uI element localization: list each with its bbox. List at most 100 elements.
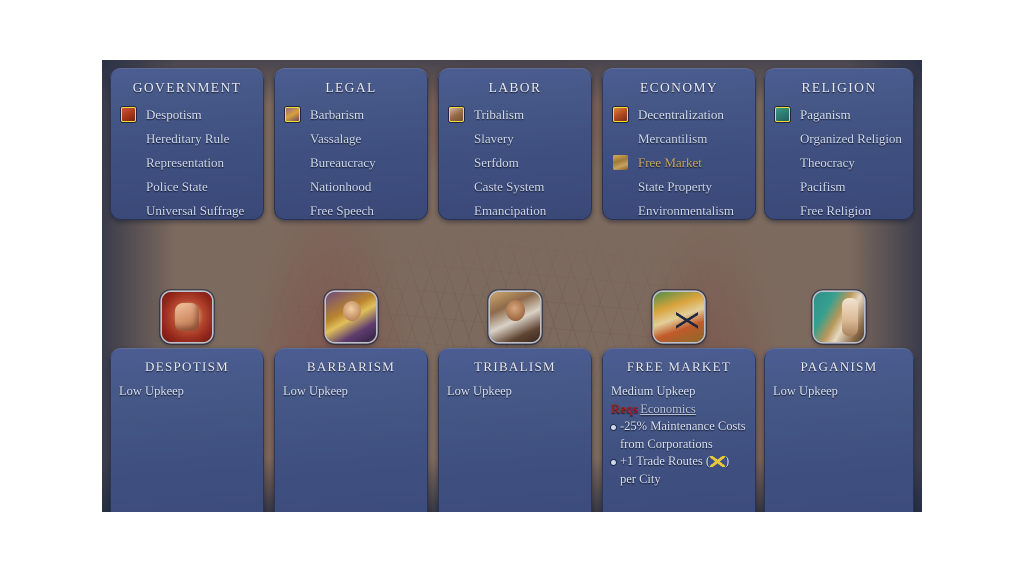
upkeep-text: Low Upkeep <box>119 384 184 398</box>
bullet-icon <box>611 424 616 430</box>
civic-option-label: Slavery <box>474 131 514 146</box>
despotism-portrait <box>162 292 212 342</box>
civic-option-nationhood[interactable]: Nationhood <box>282 175 422 199</box>
category-title: ECONOMY <box>639 80 719 95</box>
civic-list: Tribalism Slavery Serfdom Caste System Emanc… <box>446 103 586 223</box>
civic-option-free-market[interactable]: Free Market <box>610 151 750 175</box>
detail-panel-paganism: PAGANISM Low Upkeep <box>764 348 914 512</box>
civic-option-slavery[interactable]: Slavery <box>446 127 586 151</box>
free-market-portrait <box>654 292 704 342</box>
civic-option-label: Universal Suffrage <box>146 203 245 218</box>
category-title: LEGAL <box>325 80 377 95</box>
detail-panel-free-market: FREE MARKET Medium Upkeep Reqs Economics -25… <box>602 348 756 512</box>
civic-icon-free-market[interactable] <box>654 292 704 342</box>
paganism-portrait <box>814 292 864 342</box>
civic-option-paganism[interactable]: Paganism <box>772 103 908 127</box>
screen: GOVERNMENT Despotism Hereditary Rule Repres… <box>0 0 1024 576</box>
civic-list: Barbarism Vassalage Bureaucracy Nationhood F… <box>282 103 422 223</box>
civic-option-label: Free Religion <box>800 203 872 218</box>
decentralization-icon <box>613 107 628 122</box>
detail-panel-barbarism: BARBARISM Low Upkeep <box>274 348 428 512</box>
civic-option-decentralization[interactable]: Decentralization <box>610 103 750 127</box>
category-panel-government: GOVERNMENT Despotism Hereditary Rule Repres… <box>110 68 264 220</box>
civic-option-bureaucracy[interactable]: Bureaucracy <box>282 151 422 175</box>
bullet-icon <box>611 459 616 465</box>
civic-option-theocracy[interactable]: Theocracy <box>772 151 908 175</box>
detail-body: Low Upkeep <box>283 383 420 401</box>
civic-option-label: Police State <box>146 179 208 194</box>
detail-panel-despotism: DESPOTISM Low Upkeep <box>110 348 264 512</box>
tribal-icon <box>449 107 464 122</box>
requirement-row: Reqs Economics <box>611 401 748 419</box>
civic-icon-paganism[interactable] <box>814 292 864 342</box>
civic-option-label: Theocracy <box>800 155 855 170</box>
upkeep-text: Medium Upkeep <box>611 384 696 398</box>
civic-option-state-property[interactable]: State Property <box>610 175 750 199</box>
requirement-label: Reqs <box>611 401 639 416</box>
civic-option-label: Decentralization <box>638 107 724 122</box>
civic-icon-tribalism[interactable] <box>490 292 540 342</box>
detail-title: TRIBALISM <box>474 359 556 374</box>
paganism-icon <box>775 107 790 122</box>
category-title: LABOR <box>488 80 542 95</box>
civic-option-label: Despotism <box>146 107 202 122</box>
civic-option-mercantilism[interactable]: Mercantilism <box>610 127 750 151</box>
civic-option-label: State Property <box>638 179 713 194</box>
civic-option-label: Pacifism <box>800 179 846 194</box>
detail-body: Low Upkeep <box>773 383 906 401</box>
civic-list: Decentralization Mercantilism Free Market S… <box>610 103 750 223</box>
civic-option-free-religion[interactable]: Free Religion <box>772 199 908 223</box>
effect-text: +1 Trade Routes ( <box>620 454 711 468</box>
civic-option-label: Nationhood <box>310 179 372 194</box>
civic-option-environmentalism[interactable]: Environmentalism <box>610 199 750 223</box>
detail-body: Low Upkeep <box>119 383 256 401</box>
effect-line: +1 Trade Routes () per City <box>611 453 748 488</box>
requirement-tech-link[interactable]: Economics <box>638 402 696 416</box>
civic-option-tribalism[interactable]: Tribalism <box>446 103 586 127</box>
civic-option-hereditary-rule[interactable]: Hereditary Rule <box>118 127 258 151</box>
category-panel-economy: ECONOMY Decentralization Mercantilism Free … <box>602 68 756 220</box>
civic-option-free-speech[interactable]: Free Speech <box>282 199 422 223</box>
civic-list: Despotism Hereditary Rule Representation Po… <box>118 103 258 223</box>
barbarism-portrait <box>326 292 376 342</box>
trade-route-icon <box>710 456 726 467</box>
detail-body: Medium Upkeep Reqs Economics -25% Maintenan… <box>611 383 748 488</box>
detail-body: Low Upkeep <box>447 383 584 401</box>
barbarian-icon <box>285 107 300 122</box>
civic-option-emancipation[interactable]: Emancipation <box>446 199 586 223</box>
civic-option-barbarism[interactable]: Barbarism <box>282 103 422 127</box>
detail-title: FREE MARKET <box>626 359 732 374</box>
civic-icon-barbarism[interactable] <box>326 292 376 342</box>
civic-option-label: Mercantilism <box>638 131 708 146</box>
civic-option-universal-suffrage[interactable]: Universal Suffrage <box>118 199 258 223</box>
upkeep-text: Low Upkeep <box>283 384 348 398</box>
civic-option-organized-religion[interactable]: Organized Religion <box>772 127 908 151</box>
market-icon <box>613 155 628 170</box>
civic-option-label: Free Speech <box>310 203 374 218</box>
civic-option-label: Caste System <box>474 179 545 194</box>
civic-option-label: Hereditary Rule <box>146 131 230 146</box>
civic-option-label: Free Market <box>638 155 702 170</box>
civic-option-label: Serfdom <box>474 155 519 170</box>
civic-option-serfdom[interactable]: Serfdom <box>446 151 586 175</box>
civic-option-vassalage[interactable]: Vassalage <box>282 127 422 151</box>
civic-option-pacifism[interactable]: Pacifism <box>772 175 908 199</box>
detail-panel-tribalism: TRIBALISM Low Upkeep <box>438 348 592 512</box>
fist-icon <box>121 107 136 122</box>
upkeep-text: Low Upkeep <box>447 384 512 398</box>
civic-option-label: Environmentalism <box>638 203 735 218</box>
civic-option-label: Organized Religion <box>800 131 902 146</box>
upkeep-text: Low Upkeep <box>773 384 838 398</box>
civic-option-caste-system[interactable]: Caste System <box>446 175 586 199</box>
tribalism-portrait <box>490 292 540 342</box>
detail-title: DESPOTISM <box>145 359 229 374</box>
category-title: RELIGION <box>801 80 877 95</box>
effect-text: -25% Maintenance Costs from Corporations <box>620 419 746 451</box>
civic-option-police-state[interactable]: Police State <box>118 175 258 199</box>
civic-option-despotism[interactable]: Despotism <box>118 103 258 127</box>
category-title: GOVERNMENT <box>132 80 242 95</box>
effect-line: -25% Maintenance Costs from Corporations <box>611 418 748 453</box>
civic-icon-despotism[interactable] <box>162 292 212 342</box>
civic-option-representation[interactable]: Representation <box>118 151 258 175</box>
civic-option-label: Emancipation <box>474 203 547 218</box>
